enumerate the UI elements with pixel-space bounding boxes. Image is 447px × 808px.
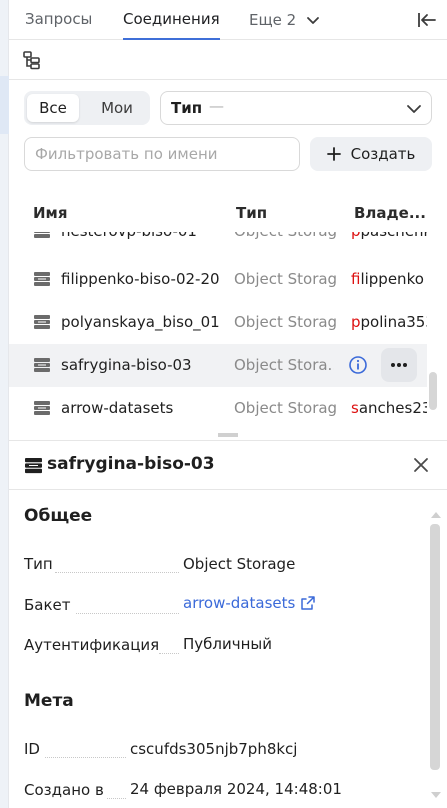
external-link-icon (301, 596, 316, 610)
chevron-down-icon (407, 105, 421, 113)
connections-table-body: nesterovp-biso-01 Object Storage ppasche… (9, 232, 427, 428)
owner-initial: p (351, 313, 361, 331)
table-header: Имя Тип Владе... (9, 196, 447, 232)
left-sidebar-strip (0, 0, 9, 808)
row-name: nesterovp-biso-01 (61, 232, 197, 240)
bucket-link[interactable]: arrow-datasets (183, 594, 316, 612)
table-scrollbar-thumb[interactable] (429, 372, 437, 410)
row-owner: sanches23 (351, 399, 427, 417)
row-owner: filippenko (351, 270, 427, 288)
owner-rest: polina353 (360, 313, 427, 331)
row-type: Object Storage (234, 232, 338, 240)
tab-more[interactable]: Еще 2 (249, 0, 320, 40)
field-type-dots (55, 572, 179, 573)
scroll-down-arrow-icon[interactable] (431, 792, 441, 798)
owner-rest: anches23 (358, 399, 427, 417)
field-bucket-dots (76, 613, 179, 614)
owner-initial: s (351, 399, 359, 417)
database-icon (34, 401, 50, 415)
chevron-down-icon (307, 17, 320, 24)
field-bucket-label: Бакет (24, 596, 71, 614)
ownership-segmented-control: Все Мои (24, 91, 150, 125)
row-actions-button[interactable] (381, 348, 417, 382)
section-general-title: Общее (24, 506, 93, 526)
owner-rest: paschenko (361, 232, 427, 240)
type-filter-label: Тип (171, 99, 203, 117)
column-header-type[interactable]: Тип (236, 204, 267, 222)
plus-icon (326, 147, 341, 161)
field-id-dots (45, 757, 126, 758)
details-header: safrygina-biso-03 (9, 440, 447, 490)
details-scrollbar-thumb[interactable] (430, 524, 440, 770)
create-connection-button[interactable]: Создать (310, 137, 432, 171)
table-row-selected[interactable]: safrygina-biso-03 Object Stora.. (9, 344, 427, 387)
row-name: arrow-datasets (61, 399, 174, 417)
row-owner: ppolina353 (351, 313, 427, 331)
field-id-label: ID (24, 740, 40, 758)
database-icon (34, 358, 50, 372)
tree-toolbar (9, 40, 447, 80)
field-auth-value: Публичный (183, 635, 273, 653)
column-header-owner[interactable]: Владе... (354, 204, 434, 222)
owner-initial: p (351, 232, 361, 240)
table-row[interactable]: filippenko-biso-02-20 Object Storage fil… (9, 258, 427, 301)
field-auth-dots (159, 653, 179, 654)
left-strip-highlight (0, 76, 9, 134)
section-meta-title: Мета (24, 691, 74, 711)
details-scrollbar[interactable] (428, 512, 442, 808)
create-button-label: Создать (350, 145, 416, 163)
database-icon (34, 272, 50, 286)
row-name: filippenko-biso-02-20 (61, 270, 220, 288)
segment-mine[interactable]: Мои (88, 94, 146, 122)
owner-rest: ilippenko (360, 270, 424, 288)
bucket-link-text: arrow-datasets (183, 594, 296, 612)
details-title: safrygina-biso-03 (47, 454, 215, 474)
collapse-panel-button[interactable] (415, 8, 439, 32)
database-icon (25, 458, 42, 474)
database-icon (34, 315, 50, 329)
row-type: Object Storage (234, 270, 338, 288)
segment-all[interactable]: Все (27, 94, 79, 122)
row-owner: ppaschenko (351, 232, 427, 240)
type-filter-select[interactable]: Тип — (160, 91, 432, 125)
table-row[interactable]: polyanskaya_biso_01 Object Storage ppoli… (9, 301, 427, 344)
field-created-dots (107, 798, 126, 799)
type-filter-value: — (209, 97, 224, 115)
connections-panel: Запросы Соединения Еще 2 Все Мои Тип — С… (9, 0, 447, 808)
table-row[interactable]: nesterovp-biso-01 Object Storage ppasche… (9, 232, 427, 253)
tab-more-label: Еще 2 (249, 11, 297, 29)
row-name: safrygina-biso-03 (61, 356, 192, 374)
tab-queries[interactable]: Запросы (25, 0, 92, 40)
grip-icon (218, 433, 238, 437)
field-id-value: cscufds305njb7ph8kcj (130, 740, 298, 758)
panel-resize-handle[interactable] (9, 430, 447, 440)
collapse-left-icon (418, 13, 436, 27)
tree-structure-icon[interactable] (22, 50, 42, 70)
field-bucket-value: arrow-datasets (183, 594, 316, 612)
field-created-label: Создано в (24, 781, 104, 799)
field-type-value: Object Storage (183, 555, 296, 573)
info-icon[interactable] (348, 355, 368, 375)
field-type-label: Тип (24, 555, 53, 573)
field-created-value: 24 февраля 2024, 14:48:01 (130, 780, 342, 798)
row-type: Object Stora.. (234, 356, 334, 374)
database-icon (34, 232, 50, 238)
scroll-up-arrow-icon[interactable] (431, 512, 441, 518)
tab-bar: Запросы Соединения Еще 2 (9, 0, 447, 40)
row-name: polyanskaya_biso_01 (61, 313, 220, 331)
tab-connections[interactable]: Соединения (123, 0, 220, 40)
close-icon[interactable] (411, 455, 431, 475)
column-header-name[interactable]: Имя (33, 204, 67, 222)
table-row[interactable]: arrow-datasets Object Storage sanches23 (9, 387, 427, 428)
more-horizontal-icon (391, 363, 407, 367)
row-type: Object Storage (234, 399, 338, 417)
filter-by-name-input[interactable] (24, 137, 300, 171)
row-type: Object Storage (234, 313, 338, 331)
field-auth-label: Аутентификация (24, 636, 160, 654)
